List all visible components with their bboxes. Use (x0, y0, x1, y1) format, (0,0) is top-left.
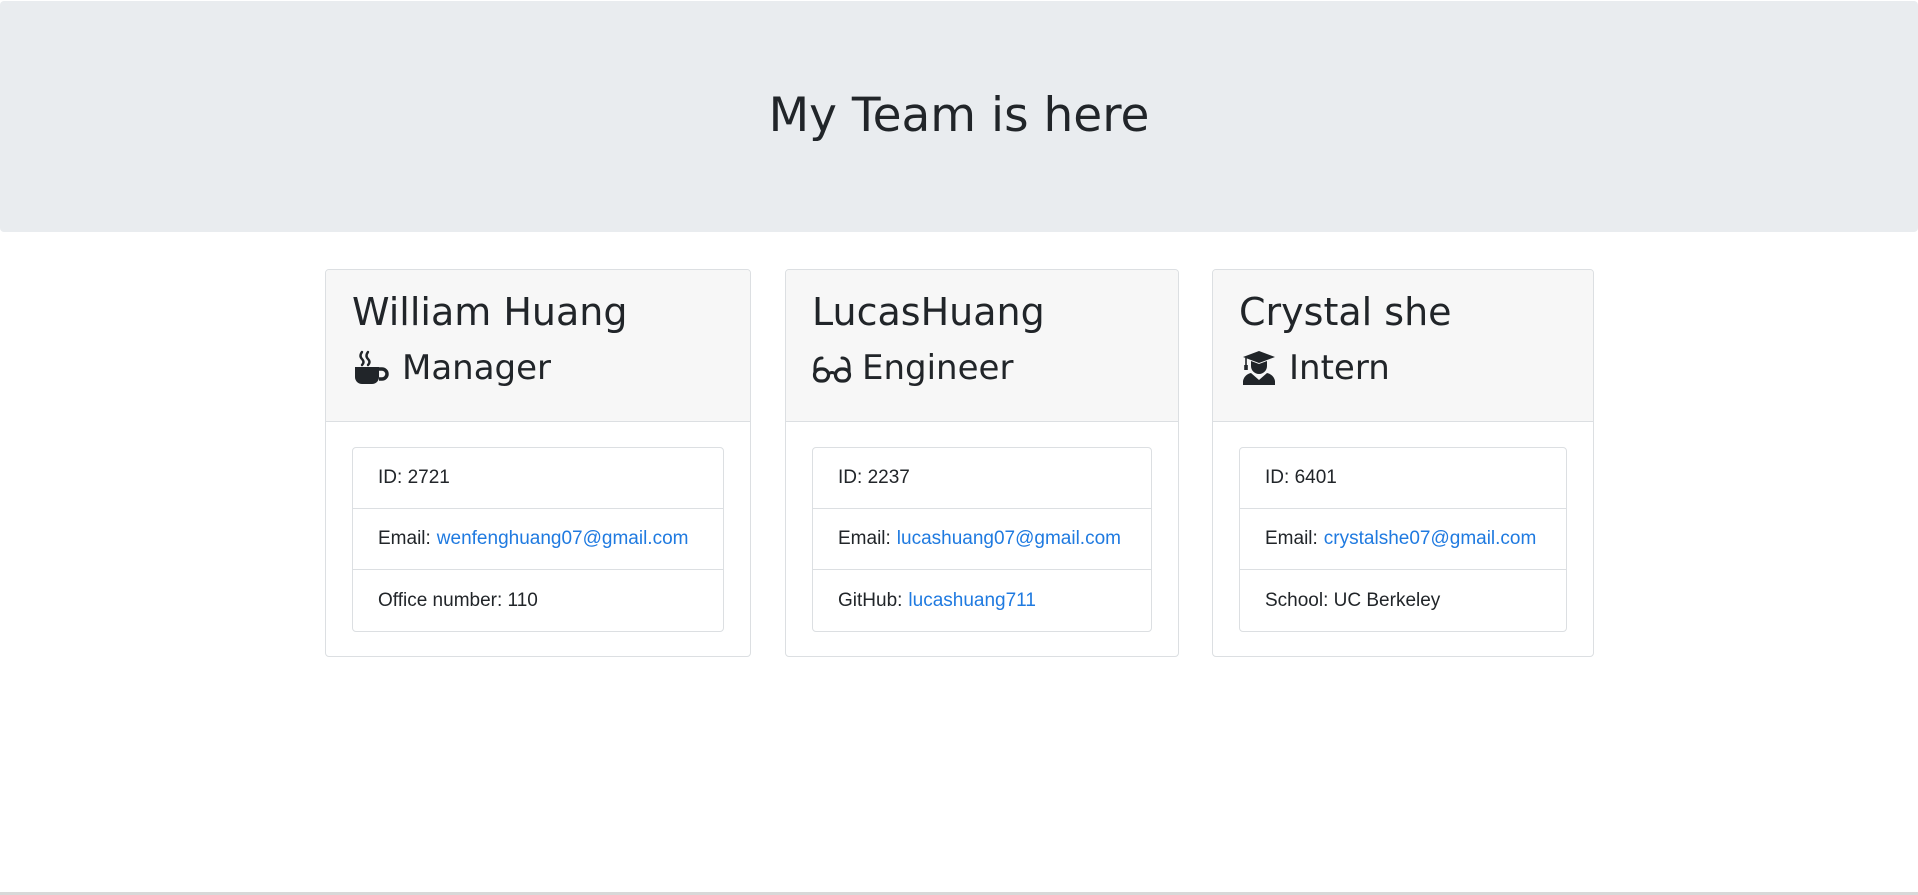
page-title: My Team is here (768, 88, 1150, 143)
id-label: ID: (838, 467, 863, 488)
github-link[interactable]: lucashuang711 (908, 590, 1035, 612)
github-item: GitHub: lucashuang711 (813, 570, 1151, 631)
email-item: Email: crystalshe07@gmail.com (1240, 509, 1566, 570)
id-value: 6401 (1294, 467, 1337, 488)
employee-card-intern: Crystal she Intern ID: 6401 Email: cryst… (1212, 269, 1594, 657)
employee-card-manager: William Huang Manager ID: 2721 Email: wen… (325, 269, 751, 657)
card-body: ID: 6401 Email: crystalshe07@gmail.com Sc… (1213, 422, 1593, 656)
card-body: ID: 2237 Email: lucashuang07@gmail.com Gi… (786, 422, 1178, 656)
employee-name: LucasHuang (812, 290, 1045, 334)
employee-role: Manager (352, 346, 724, 390)
role-label: Intern (1289, 348, 1390, 388)
email-link[interactable]: crystalshe07@gmail.com (1324, 528, 1537, 550)
employee-name: Crystal she (1239, 290, 1452, 334)
card-header: LucasHuang Engineer (786, 270, 1178, 422)
info-list: ID: 2721 Email: wenfenghuang07@gmail.com … (352, 447, 724, 632)
card-header: William Huang Manager (326, 270, 750, 422)
info-list: ID: 2237 Email: lucashuang07@gmail.com Gi… (812, 447, 1152, 632)
coffee-icon (352, 348, 392, 388)
office-number-label: Office number: (378, 589, 503, 611)
id-value: 2237 (867, 467, 910, 488)
employee-card-engineer: LucasHuang Engineer ID: 2237 Email: lucas… (785, 269, 1179, 657)
office-number-value: 110 (507, 589, 538, 611)
email-link[interactable]: lucashuang07@gmail.com (897, 528, 1121, 550)
email-item: Email: lucashuang07@gmail.com (813, 509, 1151, 570)
glasses-icon (812, 348, 852, 388)
email-label: Email: (1265, 528, 1318, 549)
id-label: ID: (378, 467, 403, 488)
role-label: Engineer (862, 348, 1014, 388)
github-label: GitHub: (838, 589, 903, 611)
employee-role: Intern (1239, 346, 1567, 390)
graduate-icon (1239, 348, 1279, 388)
id-item: ID: 2721 (353, 448, 723, 509)
school-label: School: (1265, 589, 1329, 611)
id-item: ID: 2237 (813, 448, 1151, 509)
employee-role: Engineer (812, 346, 1152, 390)
email-label: Email: (838, 528, 891, 549)
info-list: ID: 6401 Email: crystalshe07@gmail.com Sc… (1239, 447, 1567, 632)
id-label: ID: (1265, 467, 1290, 488)
office-number-item: Office number: 110 (353, 570, 723, 631)
card-body: ID: 2721 Email: wenfenghuang07@gmail.com … (326, 422, 750, 656)
email-label: Email: (378, 528, 431, 549)
card-header: Crystal she Intern (1213, 270, 1593, 422)
school-value: UC Berkeley (1333, 589, 1441, 611)
id-item: ID: 6401 (1240, 448, 1566, 509)
employee-name: William Huang (352, 290, 628, 334)
email-link[interactable]: wenfenghuang07@gmail.com (437, 528, 689, 550)
jumbotron-header: My Team is here (0, 1, 1918, 232)
role-label: Manager (402, 348, 552, 388)
id-value: 2721 (407, 467, 450, 488)
email-item: Email: wenfenghuang07@gmail.com (353, 509, 723, 570)
school-item: School: UC Berkeley (1240, 570, 1566, 631)
